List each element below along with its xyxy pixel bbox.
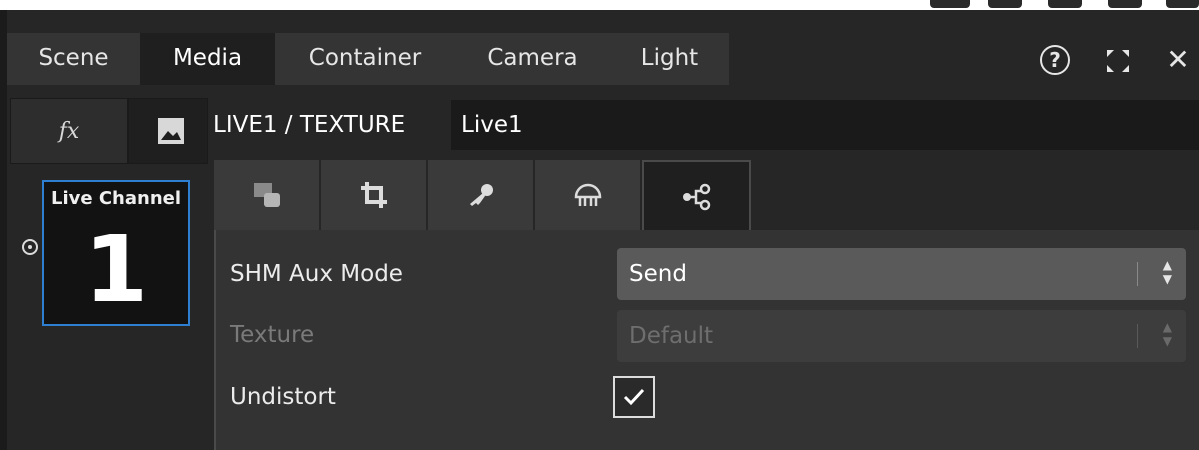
media-name-field[interactable]: Live1 (451, 100, 1199, 150)
shm-aux-mode-value: Send (629, 261, 687, 287)
subtab-key[interactable] (428, 160, 535, 230)
undistort-label: Undistort (230, 384, 336, 410)
tab-media[interactable]: Media (140, 33, 275, 83)
shm-aux-mode-select[interactable]: Send ▲ ▼ (617, 248, 1186, 300)
toolbar-icons-partial (930, 0, 1199, 10)
left-edge (0, 10, 7, 450)
close-icon[interactable]: ✕ (1163, 43, 1193, 76)
media-path-title: LIVE1 / TEXTURE (213, 112, 406, 138)
tab-light[interactable]: Light (610, 33, 729, 83)
dropdown-separator (1137, 324, 1138, 348)
shm-aux-mode-label: SHM Aux Mode (230, 261, 403, 287)
side-tab-image[interactable] (128, 98, 208, 164)
tab-camera[interactable]: Camera (455, 33, 610, 83)
dropdown-arrows-icon: ▲ ▼ (1162, 258, 1172, 286)
texture-select[interactable]: Default ▲ ▼ (617, 310, 1186, 362)
subtab-crop[interactable] (321, 160, 428, 230)
channel-radio[interactable] (22, 239, 38, 255)
subtab-film-storage[interactable] (214, 160, 321, 230)
fx-icon: fx (58, 118, 80, 144)
live-channel-tile[interactable]: Live Channel 1 (42, 180, 190, 326)
side-tab-effects[interactable]: fx (10, 98, 128, 164)
help-icon[interactable]: ? (1040, 45, 1070, 75)
sub-tab-bar (214, 160, 1199, 232)
share-icon (682, 183, 710, 211)
dropdown-separator (1137, 262, 1138, 286)
live-channel-number: 1 (83, 216, 148, 323)
expand-icon[interactable] (1105, 48, 1131, 74)
checkmark-icon (623, 388, 645, 406)
live-channel-label: Live Channel (50, 188, 182, 209)
tab-container[interactable]: Container (275, 33, 455, 83)
key-icon (469, 184, 493, 206)
texture-value: Default (629, 323, 714, 349)
dome-icon (574, 183, 601, 206)
image-icon (158, 118, 184, 144)
dropdown-arrows-icon: ▲ ▼ (1162, 320, 1172, 348)
texture-label: Texture (230, 322, 315, 348)
subtab-dome[interactable] (535, 160, 642, 230)
subtab-share[interactable] (642, 160, 751, 232)
film-storage-icon (253, 183, 280, 207)
undistort-checkbox[interactable] (613, 376, 655, 418)
tab-scene[interactable]: Scene (7, 33, 140, 83)
crop-icon (360, 182, 387, 208)
